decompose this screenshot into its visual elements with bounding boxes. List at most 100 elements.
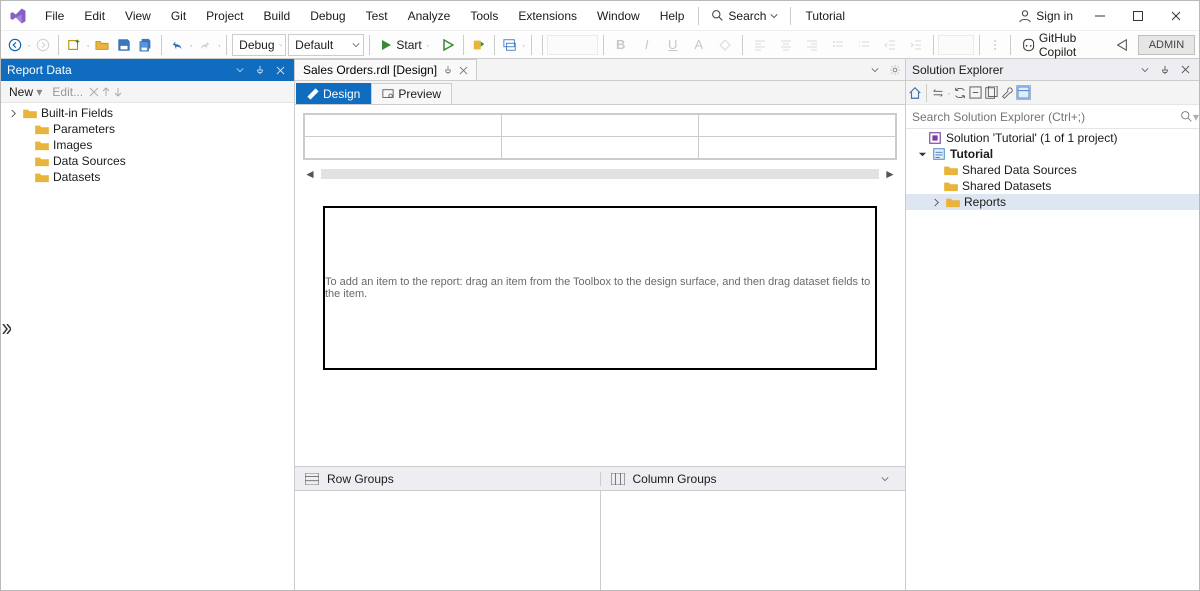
delete-button — [89, 87, 99, 97]
bold-button: B — [609, 34, 633, 56]
tablix-header-grid[interactable] — [295, 105, 905, 160]
toolbar-extra2-button[interactable] — [500, 34, 520, 56]
solution-root[interactable]: Solution 'Tutorial' (1 of 1 project) — [906, 130, 1199, 146]
row-groups-pane[interactable] — [295, 491, 600, 590]
groups-dropdown-button[interactable] — [875, 475, 895, 483]
tree-item-images[interactable]: Images — [1, 137, 294, 153]
menu-tools[interactable]: Tools — [460, 4, 508, 28]
underline-button: U — [661, 34, 685, 56]
pin-icon[interactable] — [443, 65, 453, 75]
signin-button[interactable]: Sign in — [1010, 6, 1081, 26]
copilot-label: GitHub Copilot — [1039, 31, 1104, 59]
panel-close-button[interactable] — [1177, 62, 1193, 78]
collapsed-tool-window-icon[interactable] — [1, 324, 11, 334]
solution-tree[interactable]: Solution 'Tutorial' (1 of 1 project) Tut… — [906, 129, 1199, 590]
scroll-left-icon[interactable]: ◄ — [303, 167, 317, 181]
menu-edit[interactable]: Edit — [74, 4, 115, 28]
report-data-title: Report Data — [7, 63, 72, 77]
menu-project[interactable]: Project — [196, 4, 253, 28]
redo-button[interactable] — [195, 34, 215, 56]
window-minimize-button[interactable] — [1081, 1, 1119, 30]
github-copilot-button[interactable]: GitHub Copilot — [1016, 31, 1110, 59]
switch-views-button[interactable] — [931, 86, 945, 100]
toolbar-extra1-button[interactable] — [469, 34, 489, 56]
report-design-surface[interactable]: To add an item to the report: drag an it… — [323, 206, 877, 370]
properties-button[interactable] — [1000, 86, 1014, 100]
folder-icon — [944, 164, 958, 176]
menu-window[interactable]: Window — [587, 4, 650, 28]
horizontal-scrollbar[interactable]: ◄ ► — [303, 166, 897, 182]
menu-analyze[interactable]: Analyze — [398, 4, 461, 28]
folder-reports[interactable]: Reports — [906, 194, 1199, 210]
menu-debug[interactable]: Debug — [300, 4, 355, 28]
column-groups-pane[interactable] — [600, 491, 906, 590]
menu-git[interactable]: Git — [161, 4, 196, 28]
solution-explorer-toolbar: · — [906, 81, 1199, 105]
platform-dropdown[interactable]: Default — [288, 34, 363, 56]
collapse-all-button[interactable] — [969, 86, 982, 99]
folder-label: Shared Data Sources — [962, 163, 1077, 177]
menu-view[interactable]: View — [115, 4, 161, 28]
folder-shared-data-sources[interactable]: Shared Data Sources — [906, 162, 1199, 178]
edit-button[interactable]: Edit... — [48, 83, 87, 101]
tree-item-data-sources[interactable]: Data Sources — [1, 153, 294, 169]
report-data-header: Report Data — [1, 59, 294, 81]
config-dropdown[interactable]: Debug — [232, 34, 286, 56]
tree-item-builtin-fields[interactable]: Built-in Fields — [1, 105, 294, 121]
expander-icon[interactable] — [916, 150, 928, 159]
undo-button[interactable] — [167, 34, 187, 56]
window-close-button[interactable] — [1157, 1, 1195, 30]
solution-search-input[interactable] — [906, 110, 1180, 124]
folder-icon — [944, 180, 958, 192]
document-tab-sales-orders[interactable]: Sales Orders.rdl [Design] — [295, 59, 477, 80]
tab-dropdown-button[interactable] — [865, 59, 885, 80]
save-button[interactable] — [114, 34, 134, 56]
folder-shared-datasets[interactable]: Shared Datasets — [906, 178, 1199, 194]
menu-build[interactable]: Build — [254, 4, 301, 28]
report-data-tree[interactable]: Built-in Fields Parameters Images Data S… — [1, 103, 294, 590]
expander-icon[interactable] — [930, 198, 942, 207]
panel-dropdown-button[interactable] — [232, 62, 248, 78]
panel-dropdown-button[interactable] — [1137, 62, 1153, 78]
nav-back-button[interactable] — [5, 34, 25, 56]
close-icon[interactable] — [459, 66, 468, 75]
expander-icon[interactable] — [7, 109, 19, 118]
menu-test[interactable]: Test — [356, 4, 398, 28]
menu-separator — [790, 7, 791, 25]
toolbar-overflow-button[interactable] — [985, 34, 1005, 56]
share-button[interactable] — [1112, 34, 1132, 56]
window-maximize-button[interactable] — [1119, 1, 1157, 30]
list-ol-button — [852, 34, 876, 56]
tree-item-parameters[interactable]: Parameters — [1, 121, 294, 137]
preview-icon — [382, 88, 394, 100]
panel-pin-button[interactable] — [252, 62, 268, 78]
panel-close-button[interactable] — [272, 62, 288, 78]
start-nodebug-button[interactable] — [438, 34, 458, 56]
start-button[interactable]: Start · — [374, 34, 435, 56]
admin-badge: ADMIN — [1138, 35, 1195, 55]
tree-item-datasets[interactable]: Datasets — [1, 169, 294, 185]
save-all-button[interactable] — [136, 34, 156, 56]
mode-tab-preview[interactable]: Preview — [371, 83, 452, 104]
menu-extensions[interactable]: Extensions — [508, 4, 587, 28]
nav-forward-button[interactable] — [33, 34, 53, 56]
scroll-right-icon[interactable]: ► — [883, 167, 897, 181]
home-button[interactable] — [908, 86, 922, 100]
project-tutorial[interactable]: Tutorial — [906, 146, 1199, 162]
menu-help[interactable]: Help — [650, 4, 695, 28]
menu-file[interactable]: File — [35, 4, 74, 28]
open-file-button[interactable] — [92, 34, 112, 56]
menu-bar: File Edit View Git Project Build Debug T… — [1, 1, 1199, 31]
show-all-button[interactable] — [984, 86, 998, 100]
quick-search[interactable]: Search — [703, 6, 786, 26]
new-project-button[interactable] — [64, 34, 84, 56]
tab-settings-button[interactable] — [885, 59, 905, 80]
solution-search-box[interactable]: ▾ — [906, 105, 1199, 129]
design-hint-text: To add an item to the report: drag an it… — [325, 276, 875, 300]
search-icon[interactable] — [1180, 110, 1193, 123]
new-dropdown[interactable]: New ▾ — [5, 83, 46, 101]
preview-selected-button[interactable] — [1016, 85, 1031, 100]
sync-button[interactable] — [953, 86, 967, 100]
panel-pin-button[interactable] — [1157, 62, 1173, 78]
mode-tab-design[interactable]: Design — [296, 83, 371, 104]
